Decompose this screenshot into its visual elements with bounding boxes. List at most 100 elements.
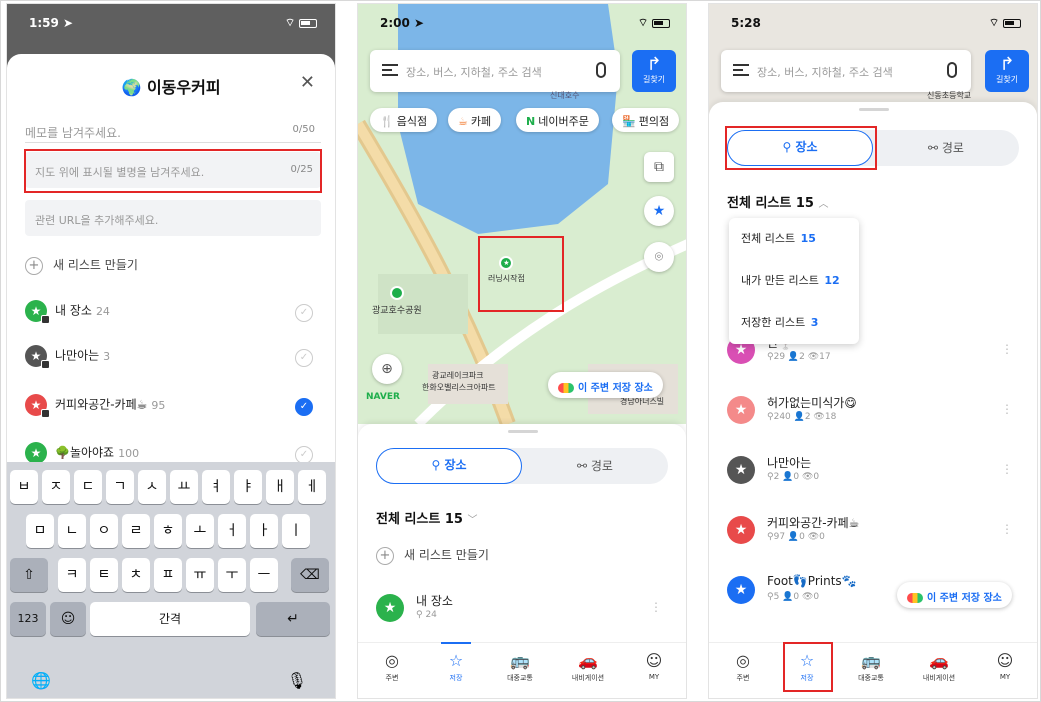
list-item[interactable]: ★ 내 장소 ⚲ 24 ⋮ [376,592,676,632]
key[interactable]: ㄷ [74,470,102,504]
chip-convenience[interactable]: 🏪 편의점 [612,108,680,132]
key[interactable]: ㅂ [10,470,38,504]
key[interactable]: ㅇ [90,514,118,548]
backspace-key-icon[interactable]: ⌫ [291,558,329,592]
key[interactable]: ㅊ [122,558,150,592]
mic-key-icon[interactable]: 🎙 [287,671,307,690]
key[interactable]: ㅋ [58,558,86,592]
key[interactable]: ㅏ [250,514,278,548]
key[interactable]: ㅁ [26,514,54,548]
poi-apt[interactable]: 한화오벨리스크아파트 [422,382,496,393]
all-list-toggle[interactable]: 전체 리스트 15 ︿ [727,192,828,211]
tab-transit[interactable]: 🚌 대중교통 [841,651,901,683]
more-icon[interactable]: ⋮ [650,600,662,614]
tab-nearby[interactable]: ◎ 주변 [362,651,422,683]
tab-navigation[interactable]: 🚗 내비게이션 [558,651,618,683]
tab-transit[interactable]: 🚌 대중교통 [490,651,550,683]
key[interactable]: ㅕ [202,470,230,504]
dropdown-count: 15 [800,232,816,245]
mic-icon[interactable] [596,62,606,78]
dropdown-item-all[interactable]: 전체 리스트 15 [729,218,859,260]
key[interactable]: ㅛ [170,470,198,504]
key[interactable]: ㄴ [58,514,86,548]
list-item[interactable]: ★ 나만아는 ⚲2 👤0 👁0 ⋮ [727,454,1027,494]
more-icon[interactable]: ⋮ [1001,402,1013,416]
tab-saved[interactable]: ☆ 저장 [426,642,486,683]
chip-naver-order[interactable]: N 네이버주문 [516,108,599,132]
key[interactable]: ㅔ [298,470,326,504]
dropdown-item-saved[interactable]: 저장한 리스트 3 [729,302,859,344]
key[interactable]: ㅜ [218,558,246,592]
mic-icon[interactable] [947,62,957,78]
key[interactable]: ㅈ [42,470,70,504]
more-icon[interactable]: ⋮ [1001,462,1013,476]
url-field[interactable]: 관련 URL을 추가해주세요. [25,200,321,236]
list-item[interactable]: ★ 내 장소 24 ✓ [25,300,325,330]
key[interactable]: ㅑ [234,470,262,504]
list-item[interactable]: ★ 허가없는미식가😋 ⚲240 👤2 👁18 ⋮ [727,394,1027,434]
highlight-box [725,126,877,170]
memo-placeholder: 메모를 남겨주세요. [25,126,121,140]
sheet-handle[interactable] [859,108,889,111]
emoji-key-icon[interactable]: ☺ [50,602,86,636]
key[interactable]: ㅐ [266,470,294,504]
more-icon[interactable]: ⋮ [1001,342,1013,356]
return-key-icon[interactable]: ↵ [256,602,330,636]
number-key[interactable]: 123 [10,602,46,636]
key[interactable]: ㅌ [90,558,118,592]
checkbox[interactable]: ✓ [295,349,313,367]
search-bar[interactable]: 장소, 버스, 지하철, 주소 검색 [370,50,620,92]
tab-route[interactable]: ⚯ 경로 [873,130,1019,166]
saved-nearby-button[interactable]: 이 주변 저장 장소 [548,372,663,398]
menu-icon[interactable] [733,64,749,76]
chip-cafe[interactable]: ☕ 카페 [448,108,502,132]
tab-nearby[interactable]: ◎ 주변 [713,651,773,683]
checkbox-checked[interactable]: ✓ [295,398,313,416]
tab-route[interactable]: ⚯ 경로 [522,448,668,484]
poi-lake-park[interactable]: 광교레이크파크 [432,370,484,381]
key[interactable]: ㄱ [106,470,134,504]
map-view[interactable]: 2:00 ➤ ⌔ 장소, 버스, 지하철, 주소 검색 길찾기 🍴음식점 ☕카페… [358,4,686,424]
globe-key-icon[interactable]: 🌐 [31,671,51,690]
tab-my[interactable]: ☺ MY [975,651,1035,681]
saved-nearby-button[interactable]: 이 주변 저장 장소 [897,582,1012,608]
key[interactable]: ㅗ [186,514,214,548]
tab-label: 대중교통 [507,674,533,682]
key[interactable]: ㅅ [138,470,166,504]
checkbox[interactable]: ✓ [295,304,313,322]
key[interactable]: ㅍ [154,558,182,592]
new-list-button[interactable]: + 새 리스트 만들기 [25,256,138,275]
list-item[interactable]: ★ 커피와공간-카페☕ ⚲97 👤0 👁0 ⋮ [727,514,1027,554]
key[interactable]: ㅠ [186,558,214,592]
key[interactable]: ㅣ [282,514,310,548]
list-item[interactable]: ★ 나만아는 3 ✓ [25,345,325,375]
location-pin-icon[interactable]: ⌾ [644,242,674,272]
chip-restaurant[interactable]: 🍴 음식점 [370,108,438,132]
map-view[interactable]: 5:28 ⌔ 장소, 버스, 지하철, 주소 검색 길찾기 신동초등학교 [709,4,1037,114]
key[interactable]: ㅓ [218,514,246,548]
current-location-icon[interactable]: ⊕ [372,354,402,384]
shift-key-icon[interactable]: ⇧ [10,558,48,592]
sheet-handle[interactable] [508,430,538,433]
poi-park[interactable]: 광교호수공원 [372,286,422,316]
new-list-button[interactable]: + 새 리스트 만들기 [376,546,489,565]
close-icon[interactable]: ✕ [300,72,315,93]
menu-icon[interactable] [382,64,398,76]
more-icon[interactable]: ⋮ [1001,522,1013,536]
favorites-star-icon[interactable]: ★ [644,196,674,226]
search-bar[interactable]: 장소, 버스, 지하철, 주소 검색 [721,50,971,92]
directions-button[interactable]: 길찾기 [985,50,1029,92]
tab-place[interactable]: ⚲ 장소 [376,448,522,484]
memo-input[interactable]: 메모를 남겨주세요. 0/50 [25,124,321,141]
list-item[interactable]: ★ 커피와공간-카페☕ 95 ✓ [25,394,325,424]
directions-button[interactable]: 길찾기 [632,50,676,92]
key[interactable]: ㄹ [122,514,150,548]
space-key[interactable]: 간격 [90,602,250,636]
key[interactable]: ㅡ [250,558,278,592]
key[interactable]: ㅎ [154,514,182,548]
all-list-toggle[interactable]: 전체 리스트 15 ﹀ [376,508,477,527]
tab-navigation[interactable]: 🚗 내비게이션 [909,651,969,683]
dropdown-item-mine[interactable]: 내가 만든 리스트 12 [729,260,859,302]
layers-icon[interactable]: ⧉ [644,152,674,182]
tab-my[interactable]: ☺ MY [624,651,684,681]
